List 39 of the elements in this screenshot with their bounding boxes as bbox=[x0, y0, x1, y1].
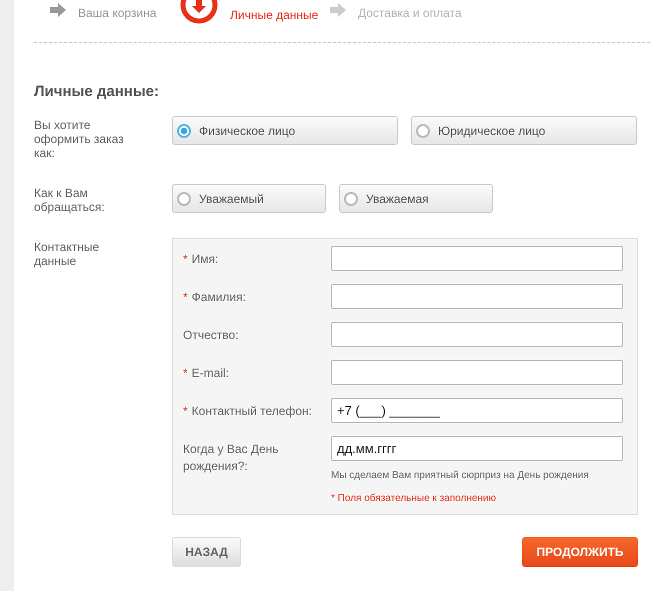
required-mark: * bbox=[183, 290, 188, 304]
field-label: Когда у Вас День рождения?: bbox=[183, 442, 279, 473]
field-label: Контактный телефон: bbox=[192, 404, 312, 418]
radio-button[interactable] bbox=[177, 124, 191, 138]
field-label: Отчество: bbox=[183, 328, 238, 342]
option-label: Юридическое лицо bbox=[438, 124, 546, 138]
option-label: Физическое лицо bbox=[199, 124, 296, 138]
input-field[interactable] bbox=[331, 284, 623, 309]
radio-option[interactable]: Уважаемый bbox=[172, 184, 326, 213]
required-note: * Поля обязательные к заполнению bbox=[331, 493, 496, 504]
required-mark: * bbox=[183, 404, 188, 418]
field-label: Вы хотите оформить заказ как: bbox=[34, 117, 125, 160]
continue-button[interactable]: ПРОДОЛЖИТЬ bbox=[522, 537, 638, 567]
back-button[interactable]: НАЗАД bbox=[172, 537, 241, 567]
radio-button[interactable] bbox=[416, 124, 430, 138]
radio-button[interactable] bbox=[177, 192, 191, 206]
field-label: E-mail: bbox=[192, 366, 230, 380]
radio-option[interactable]: Уважаемая bbox=[339, 184, 493, 213]
option-label: Уважаемый bbox=[199, 192, 264, 206]
input-field[interactable] bbox=[331, 360, 623, 385]
input-field[interactable]: дд.мм.гггг bbox=[331, 436, 623, 461]
step-label[interactable]: Личные данные bbox=[230, 8, 318, 22]
input-field[interactable]: +7 (___) _______ bbox=[331, 398, 623, 423]
option-label: Уважаемая bbox=[366, 192, 429, 206]
required-mark: * bbox=[183, 366, 188, 380]
radio-button[interactable] bbox=[344, 192, 358, 206]
radio-option[interactable]: Физическое лицо bbox=[172, 116, 398, 145]
field-label: Контактные данные bbox=[34, 239, 100, 268]
arrow-right-icon bbox=[330, 3, 346, 17]
required-mark: * bbox=[183, 252, 188, 266]
input-field[interactable] bbox=[331, 322, 623, 347]
radio-option[interactable]: Юридическое лицо bbox=[411, 116, 637, 145]
input-field[interactable] bbox=[331, 246, 623, 271]
field-label: Как к Вам обращаться: bbox=[34, 185, 106, 214]
hint-text: Мы сделаем Вам приятный сюрприз на День рождения bbox=[331, 470, 590, 481]
arrow-right-icon bbox=[50, 3, 66, 17]
field-label: Имя: bbox=[192, 252, 218, 266]
section-heading: Личные данные: bbox=[34, 83, 160, 100]
field-label: Фамилия: bbox=[192, 290, 246, 304]
